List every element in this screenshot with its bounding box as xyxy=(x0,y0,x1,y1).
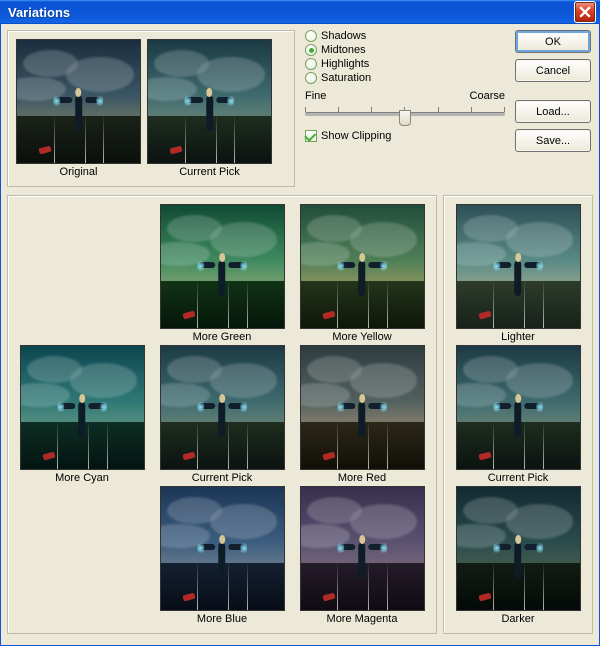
ok-label: OK xyxy=(545,36,561,48)
thumbnail-original[interactable] xyxy=(16,39,141,164)
save-label: Save... xyxy=(536,135,570,147)
slider-label-fine: Fine xyxy=(305,90,326,102)
dialog-content: Original Current Pick Shadows Midtones H… xyxy=(0,24,600,646)
ok-button[interactable]: OK xyxy=(515,30,591,53)
close-icon xyxy=(579,6,591,18)
label-more-cyan: More Cyan xyxy=(55,472,109,484)
radio-midtones-label: Midtones xyxy=(321,44,366,56)
intensity-slider[interactable] xyxy=(305,104,505,124)
cancel-label: Cancel xyxy=(536,65,570,77)
slider-knob[interactable] xyxy=(399,110,411,126)
radio-shadows[interactable]: Shadows xyxy=(305,30,505,42)
label-more-red: More Red xyxy=(338,472,386,484)
slider-label-coarse: Coarse xyxy=(470,90,505,102)
radio-shadows-label: Shadows xyxy=(321,30,366,42)
button-column: OK Cancel Load... Save... xyxy=(515,30,593,152)
label-current-pick-top: Current Pick xyxy=(179,166,240,178)
label-more-magenta: More Magenta xyxy=(327,613,398,625)
load-button[interactable]: Load... xyxy=(515,100,591,123)
label-more-green: More Green xyxy=(193,331,252,343)
radio-highlights[interactable]: Highlights xyxy=(305,58,505,70)
thumbnail-more-green[interactable] xyxy=(160,204,285,329)
thumbnail-more-cyan[interactable] xyxy=(20,345,145,470)
show-clipping-checkbox[interactable]: Show Clipping xyxy=(305,130,505,142)
radio-saturation-label: Saturation xyxy=(321,72,371,84)
thumbnail-darker[interactable] xyxy=(456,486,581,611)
title-bar: Variations xyxy=(0,0,600,24)
adjustment-controls: Shadows Midtones Highlights Saturation F… xyxy=(299,30,511,142)
label-current-pick-center: Current Pick xyxy=(192,472,253,484)
save-button[interactable]: Save... xyxy=(515,129,591,152)
window-close-button[interactable] xyxy=(574,1,596,23)
thumbnail-more-yellow[interactable] xyxy=(300,204,425,329)
thumbnail-lighter[interactable] xyxy=(456,204,581,329)
load-label: Load... xyxy=(536,106,570,118)
label-original: Original xyxy=(60,166,98,178)
window-title: Variations xyxy=(8,5,574,20)
brightness-panel: Lighter Current Pick Darker xyxy=(443,195,593,634)
thumbnail-current-pick-center[interactable] xyxy=(160,345,285,470)
thumbnail-current-pick-right[interactable] xyxy=(456,345,581,470)
label-current-pick-right: Current Pick xyxy=(488,472,549,484)
label-lighter: Lighter xyxy=(501,331,535,343)
radio-highlights-label: Highlights xyxy=(321,58,369,70)
thumbnail-more-red[interactable] xyxy=(300,345,425,470)
thumbnail-current-pick-top[interactable] xyxy=(147,39,272,164)
label-more-yellow: More Yellow xyxy=(332,331,391,343)
cancel-button[interactable]: Cancel xyxy=(515,59,591,82)
label-more-blue: More Blue xyxy=(197,613,247,625)
show-clipping-label: Show Clipping xyxy=(321,130,391,142)
thumbnail-more-blue[interactable] xyxy=(160,486,285,611)
label-darker: Darker xyxy=(501,613,534,625)
original-current-panel: Original Current Pick xyxy=(7,30,295,187)
tone-radio-group: Shadows Midtones Highlights Saturation xyxy=(305,30,505,84)
thumbnail-more-magenta[interactable] xyxy=(300,486,425,611)
radio-saturation[interactable]: Saturation xyxy=(305,72,505,84)
color-variations-panel: . More Green More Yellow More Cyan Curre… xyxy=(7,195,437,634)
radio-midtones[interactable]: Midtones xyxy=(305,44,505,56)
